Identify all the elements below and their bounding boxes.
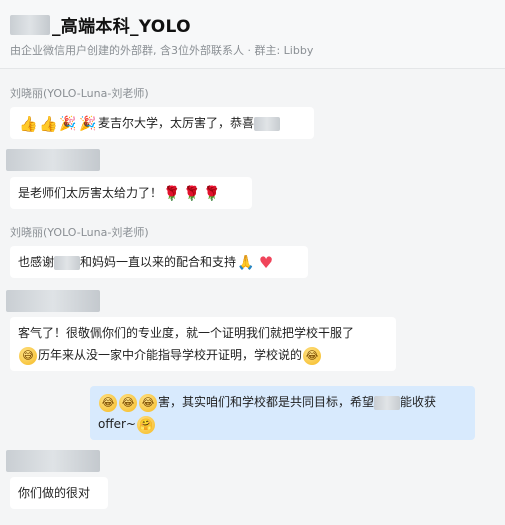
- message-bubble[interactable]: 👍👍 🎉 🎉麦吉尔大学，太厉害了，恭喜: [10, 107, 314, 139]
- party-popper-icon: 🎉: [79, 115, 97, 132]
- redacted-sender: [6, 290, 100, 312]
- message-bubble[interactable]: 你们做的很对: [10, 477, 108, 509]
- thumbs-up-icon: 👍: [39, 114, 58, 133]
- thumbs-up-icon: 👍: [19, 114, 38, 133]
- redacted-name: [54, 255, 81, 270]
- message-text: 麦吉尔大学，太厉害了，恭喜: [98, 116, 255, 130]
- tears-of-joy-icon: 😂: [303, 346, 322, 365]
- message-bubble[interactable]: 客气了！很敬佩你们的专业度，就一个证明我们就把学校干服了 😅 历年来从没一家中介能…: [10, 317, 396, 371]
- redacted-name: [254, 116, 281, 131]
- redacted-sender: [6, 149, 100, 171]
- tears-of-joy-icon: 😂: [119, 393, 137, 412]
- message-text: 历年来从没一家中介能指导学校开证明，学校说的: [38, 348, 303, 362]
- chat-header: _高端本科_YOLO 由企业微信用户创建的外部群, 含3位外部联系人 · 群主:…: [0, 0, 505, 69]
- message-text: offer~: [98, 417, 136, 431]
- hug-face-icon: 🤗: [136, 415, 155, 434]
- message-text: 害，其实咱们和学校都是共同目标，希望: [158, 395, 375, 409]
- group-title-row[interactable]: _高端本科_YOLO: [10, 12, 191, 37]
- message-bubble[interactable]: 也感谢 和妈妈一直以来的配合和支持🙏 ♥: [10, 246, 308, 278]
- grin-sweat-icon: 😅: [19, 346, 37, 365]
- rose-icon: 🌹: [203, 185, 221, 202]
- sender-name: 刘晓丽(YOLO-Luna-刘老师): [10, 87, 149, 100]
- rose-icon: 🌹: [183, 185, 201, 202]
- redacted-name: [10, 14, 50, 35]
- redacted-name: [374, 395, 401, 410]
- party-popper-icon: 🎉: [59, 115, 77, 132]
- heart-icon: ♥: [258, 252, 274, 272]
- message-text: 和妈妈一直以来的配合和支持: [80, 255, 237, 269]
- tears-of-joy-icon: 😂: [139, 393, 157, 412]
- rose-icon: 🌹: [163, 185, 181, 202]
- group-title: _高端本科_YOLO: [52, 17, 191, 37]
- redacted-sender: [6, 450, 100, 472]
- message-text: 你们做的很对: [18, 486, 91, 500]
- folded-hands-icon: 🙏: [237, 254, 255, 271]
- message-bubble[interactable]: 是老师们太厉害太给力了！🌹 🌹 🌹: [10, 177, 252, 209]
- my-message-bubble[interactable]: 😂 😂 😂 害，其实咱们和学校都是共同目标，希望 能收获 offer~ 🤗: [90, 386, 475, 440]
- message-text: 客气了！很敬佩你们的专业度，就一个证明我们就把学校干服了: [18, 326, 355, 340]
- message-text: 是老师们太厉害太给力了！: [18, 186, 163, 200]
- sender-name: 刘晓丽(YOLO-Luna-刘老师): [10, 226, 149, 239]
- message-text: 也感谢: [18, 255, 55, 269]
- message-text: 能收获: [400, 395, 437, 409]
- tears-of-joy-icon: 😂: [99, 393, 117, 412]
- group-subtitle: 由企业微信用户创建的外部群, 含3位外部联系人 · 群主: Libby: [10, 44, 314, 57]
